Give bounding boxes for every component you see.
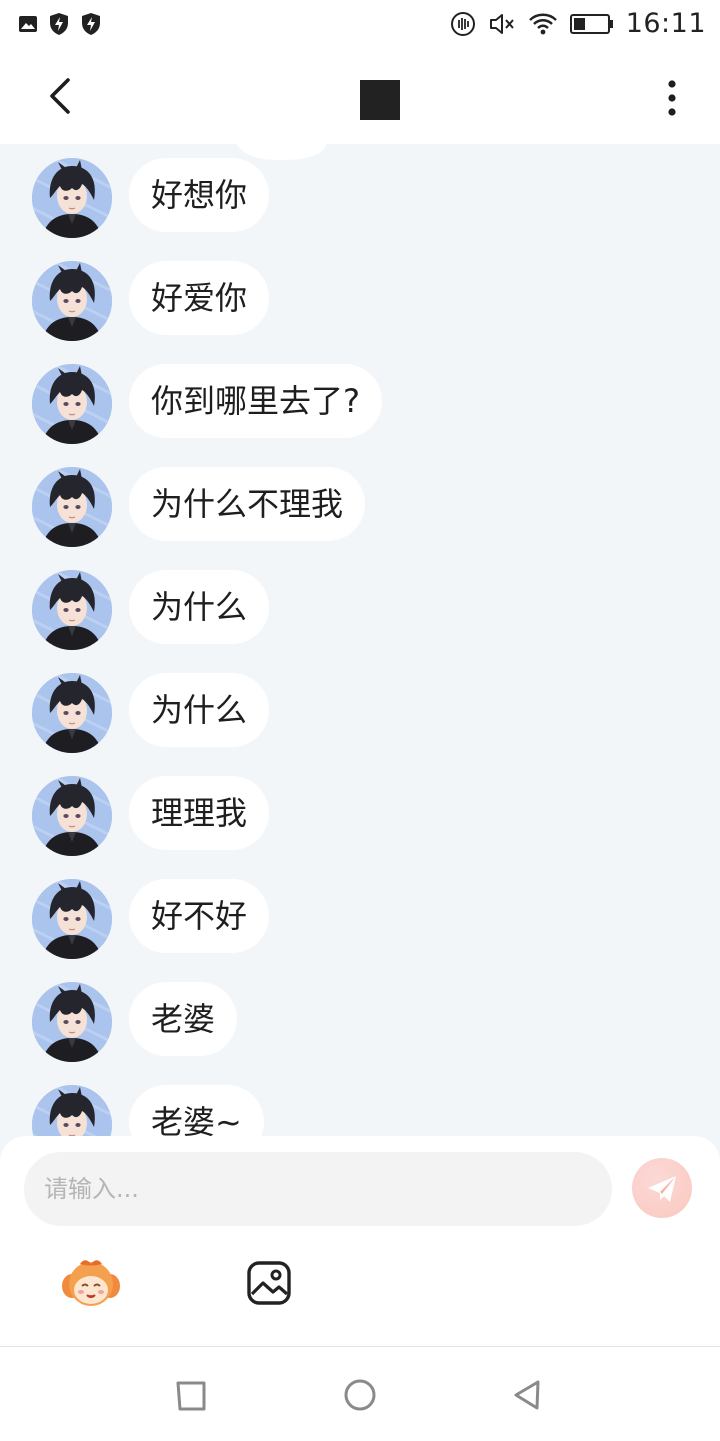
input-panel xyxy=(0,1136,720,1346)
recents-button[interactable] xyxy=(174,1377,210,1413)
shield-bolt-icon xyxy=(82,13,100,35)
message-list[interactable]: 好想你 好爱你 你到哪里去了? 为什么不理我 为什么 为什么 理理我 好不好 老… xyxy=(0,144,720,1136)
message-bubble[interactable]: 好不好 xyxy=(129,879,270,953)
emoji-button[interactable] xyxy=(60,1256,122,1310)
avatar[interactable] xyxy=(32,776,112,856)
message-bubble[interactable]: 好爱你 xyxy=(129,261,270,335)
status-bar: 16:11 xyxy=(0,0,720,48)
image-picker-button[interactable] xyxy=(246,1260,292,1306)
message-input[interactable] xyxy=(24,1152,612,1226)
circle-home-icon xyxy=(344,1379,376,1411)
square-recents-icon xyxy=(176,1381,206,1411)
message-bubble[interactable]: 老婆 xyxy=(129,982,238,1056)
avatar[interactable] xyxy=(32,673,112,753)
triangle-back-icon xyxy=(514,1380,540,1410)
message-bubble[interactable]: 你到哪里去了? xyxy=(129,364,382,438)
status-left-icons xyxy=(18,12,102,36)
avatar[interactable] xyxy=(32,570,112,650)
avatar[interactable] xyxy=(32,982,112,1062)
back-nav-button[interactable] xyxy=(510,1377,546,1413)
status-right-icons: 16:11 xyxy=(450,8,706,39)
home-button[interactable] xyxy=(342,1377,378,1413)
avatar[interactable] xyxy=(32,1085,112,1136)
avatar[interactable] xyxy=(32,364,112,444)
message-bubble[interactable]: 为什么 xyxy=(129,673,270,747)
send-button[interactable] xyxy=(632,1158,692,1218)
chat-header xyxy=(0,48,720,144)
mute-icon xyxy=(489,13,514,34)
avatar[interactable] xyxy=(32,261,112,341)
system-nav-bar xyxy=(0,1346,720,1441)
paper-plane-icon xyxy=(648,1176,676,1202)
image-picker-icon xyxy=(247,1261,291,1305)
avatar[interactable] xyxy=(32,158,112,238)
contact-name-redacted xyxy=(360,80,400,120)
message-bubble[interactable]: 为什么 xyxy=(129,570,270,644)
chevron-left-icon xyxy=(50,78,70,114)
status-time: 16:11 xyxy=(625,8,706,39)
more-options-button[interactable] xyxy=(652,76,692,120)
avatar[interactable] xyxy=(32,467,112,547)
wifi-icon xyxy=(528,13,557,34)
message-bubble[interactable]: 为什么不理我 xyxy=(129,467,366,541)
mascot-emoji-icon xyxy=(62,1260,120,1306)
message-bubble[interactable]: 老婆~ xyxy=(129,1085,264,1136)
message-bubble[interactable]: 理理我 xyxy=(129,776,270,850)
back-button[interactable] xyxy=(40,74,84,118)
more-vertical-icon xyxy=(668,80,676,116)
battery-icon xyxy=(569,13,613,34)
avatar[interactable] xyxy=(32,879,112,959)
vibrate-icon xyxy=(450,11,475,36)
image-icon xyxy=(19,16,37,32)
shield-icon xyxy=(50,13,68,35)
message-bubble[interactable]: 好想你 xyxy=(129,158,270,232)
